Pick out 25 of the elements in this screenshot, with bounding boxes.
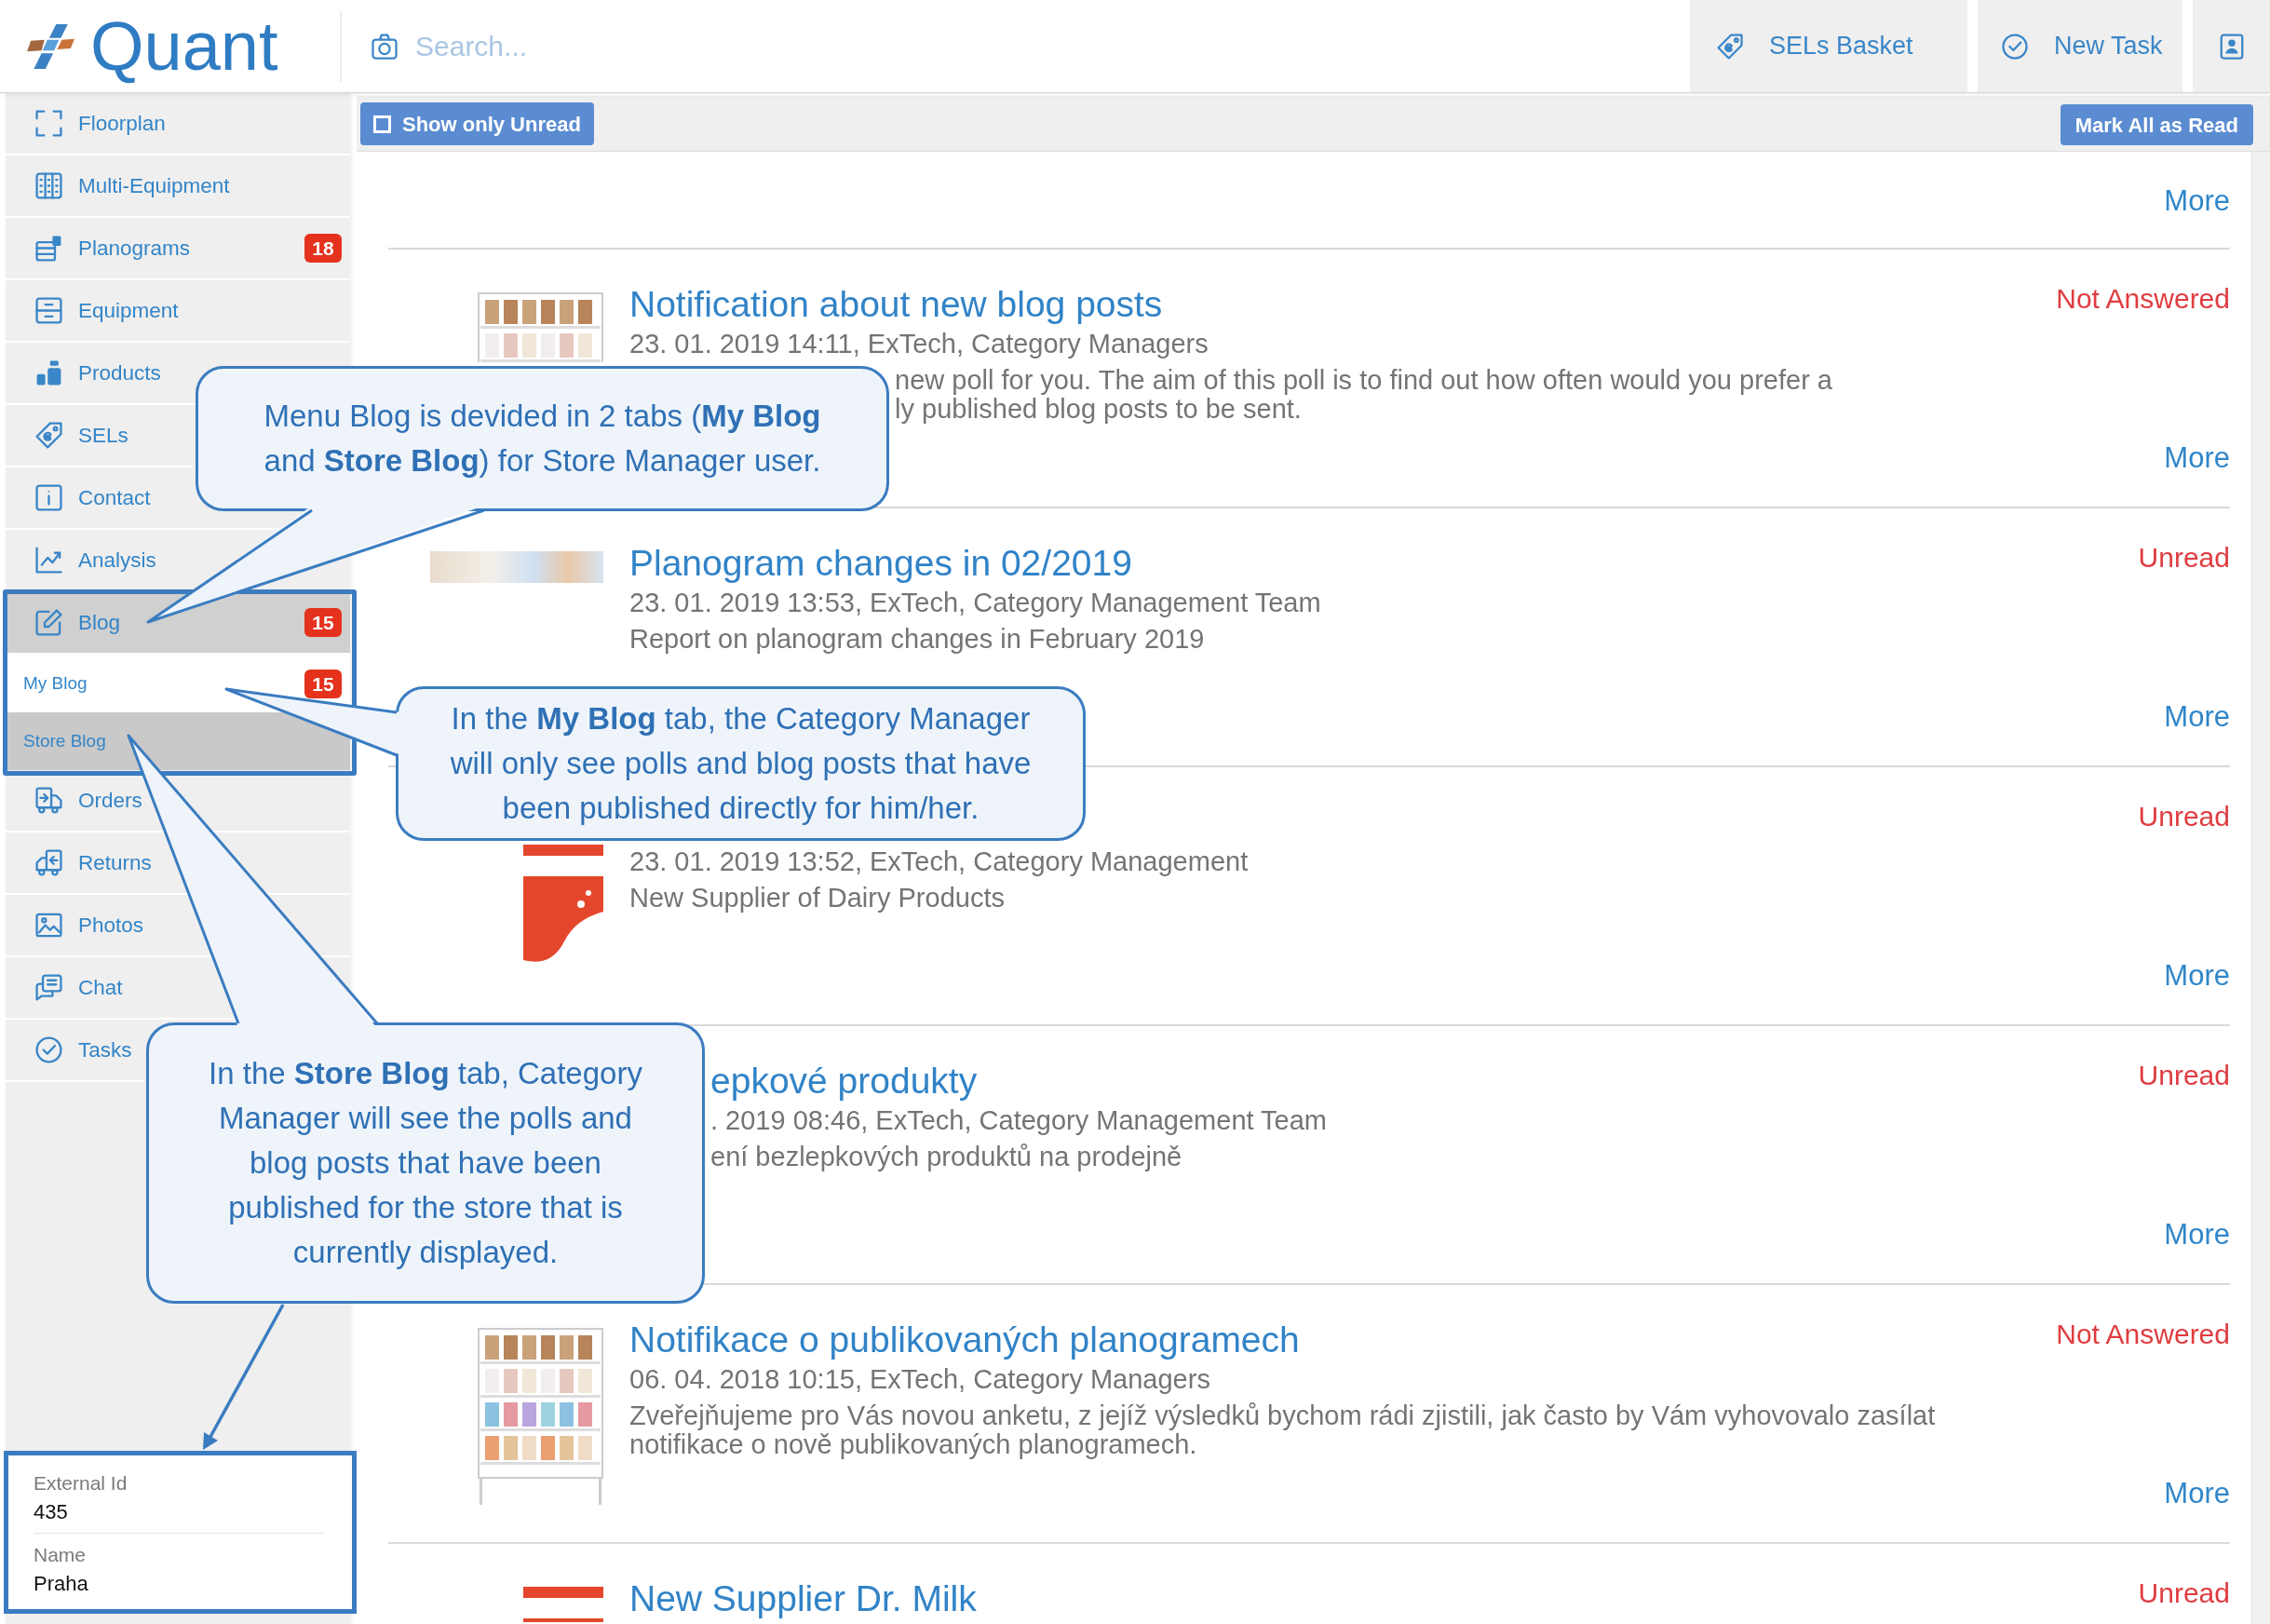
post-excerpt: ly published blog posts to be sent. bbox=[895, 395, 1302, 424]
post-excerpt: Report on planogram changes in February 2019 bbox=[629, 625, 1205, 654]
post-status: Not Answered bbox=[2056, 282, 2230, 316]
field-value: Praha bbox=[34, 1571, 88, 1597]
field-label: External Id bbox=[34, 1471, 128, 1495]
post-excerpt: Zveřejňujeme pro Vás novou anketu, z jejíž výsledků bychom rádi zjistili, jak často by Vám vyhovovalo zasílat notifikace o nově publikovaných planogramech. bbox=[629, 1401, 1937, 1459]
post-meta: 23. 01. 2019 13:52, ExTech, Category Management bbox=[629, 846, 1249, 878]
post-meta: 23. 01. 2019 13:53, ExTech, Category Management Team bbox=[629, 587, 1321, 619]
post-status: Not Answered bbox=[2056, 1318, 2230, 1351]
post-status: Unread bbox=[2138, 1059, 2230, 1092]
post-excerpt: new poll for you. The aim of this poll is to find out how often would you prefer a bbox=[895, 366, 1832, 395]
post-status: Unread bbox=[2138, 1577, 2230, 1610]
field-label: Name bbox=[34, 1543, 87, 1567]
post-status: Unread bbox=[2138, 800, 2230, 833]
post-meta: 06. 04. 2018 10:15, ExTech, Category Managers bbox=[629, 1363, 1210, 1396]
post-status: Unread bbox=[2138, 541, 2230, 575]
post-meta: 23. 01. 2019 14:11, ExTech, Category Managers bbox=[629, 328, 1209, 360]
count-badge: 15 bbox=[304, 608, 342, 637]
post-excerpt: New Supplier of Dairy Products bbox=[629, 884, 1005, 913]
callout-tooltip: In the My Blog tab, the Category Manager will only see polls and blog posts that have been published directly for him/her. bbox=[396, 686, 1086, 841]
count-badge: 15 bbox=[304, 669, 342, 698]
post-meta: . 2019 08:46, ExTech, Category Management Team bbox=[710, 1104, 1328, 1137]
field-value: 435 bbox=[34, 1499, 68, 1525]
count-badge: 18 bbox=[304, 234, 342, 263]
post-excerpt: ení bezlepkových produktů na prodejně bbox=[710, 1143, 1182, 1171]
